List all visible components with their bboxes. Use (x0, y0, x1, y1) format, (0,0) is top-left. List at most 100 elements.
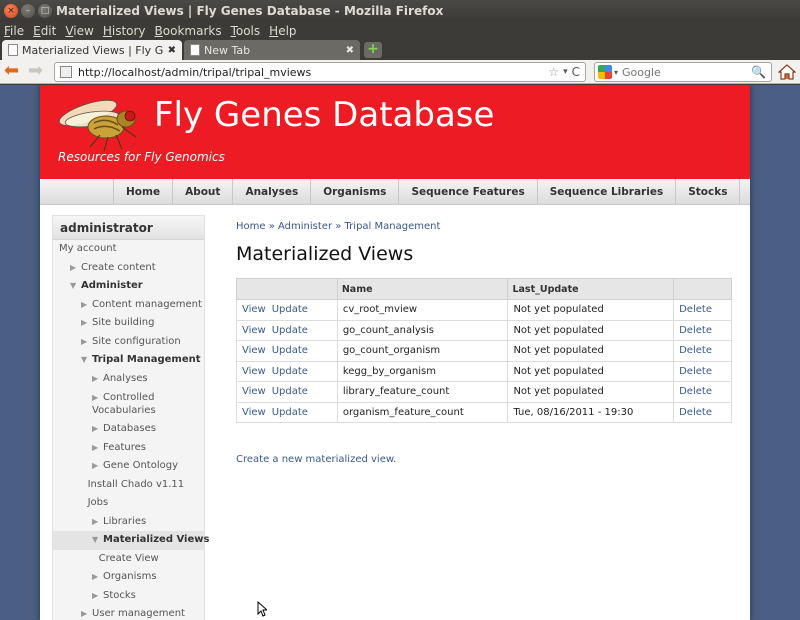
tab-close-icon[interactable]: ✖ (168, 45, 176, 56)
site-name[interactable]: Fly Genes Database (154, 95, 494, 135)
page-title: Materialized Views (236, 243, 414, 265)
nav-organisms[interactable]: Organisms (311, 179, 400, 204)
sidebar-item[interactable]: ▶ Libraries (53, 513, 204, 532)
collapsed-arrow-icon: ▶ (81, 318, 88, 327)
menu-file[interactable]: File (4, 24, 24, 38)
search-icon[interactable]: 🔍 (751, 65, 766, 79)
delete-link[interactable]: Delete (679, 366, 712, 377)
nav-home[interactable]: Home (113, 179, 174, 204)
table-header-row: Name Last_Update (236, 278, 732, 300)
search-bar[interactable]: ▾ 🔍 (594, 62, 772, 82)
menu-history[interactable]: History (103, 24, 146, 38)
window-maximize-button[interactable]: □ (38, 4, 52, 18)
delete-link[interactable]: Delete (679, 386, 712, 397)
sidebar-item-label: Site configuration (92, 335, 181, 347)
view-link[interactable]: View (242, 366, 266, 377)
window-minimize-button[interactable]: – (21, 4, 35, 18)
nav-about[interactable]: About (173, 179, 234, 204)
site-identity-icon[interactable] (60, 66, 72, 78)
bookmark-star-icon[interactable]: ☆ (548, 65, 559, 79)
search-engine-dropdown-icon[interactable]: ▾ (614, 68, 618, 77)
sidebar-item[interactable]: ▶ User management (53, 605, 204, 620)
sidebar-item-label: Gene Ontology (103, 460, 178, 471)
menu-edit[interactable]: Edit (33, 24, 56, 38)
breadcrumb-administer[interactable]: Administer (278, 221, 332, 232)
url-text[interactable]: http://localhost/admin/tripal/tripal_mvi… (78, 66, 548, 79)
tab-materialized-views[interactable]: Materialized Views | Fly Ge... ✖ (2, 40, 182, 60)
url-history-dropdown-icon[interactable]: ▾ (563, 67, 568, 77)
update-link[interactable]: Update (272, 366, 308, 377)
breadcrumb: Home » Administer » Tripal Management (236, 221, 440, 232)
sidebar-item[interactable]: ▶ Create content (53, 259, 204, 278)
sidebar-item[interactable]: Create View (53, 550, 204, 569)
tab-close-icon[interactable]: ✖ (346, 45, 354, 56)
nav-stocks[interactable]: Stocks (676, 179, 741, 204)
sidebar-item[interactable]: ▶ Site building (53, 314, 204, 333)
view-link[interactable]: View (242, 345, 266, 356)
sidebar-item[interactable]: ▶ Databases (53, 420, 204, 439)
delete-link[interactable]: Delete (679, 325, 712, 336)
window-close-button[interactable]: × (4, 4, 18, 18)
menu-help[interactable]: Help (269, 24, 296, 38)
sidebar-item[interactable]: ▼ Administer (53, 277, 204, 296)
collapsed-arrow-icon: ▶ (92, 461, 99, 470)
view-link[interactable]: View (242, 325, 266, 336)
mview-name-cell: library_feature_count (336, 381, 509, 403)
view-link[interactable]: View (242, 304, 266, 315)
forward-button[interactable]: ➡ (28, 62, 48, 81)
nav-sequence-features[interactable]: Sequence Features (399, 179, 538, 204)
header-last-update[interactable]: Last_Update (507, 278, 675, 300)
tab-bar: Materialized Views | Fly Ge... ✖ New Tab… (0, 40, 800, 60)
sidebar-item[interactable]: ▼ Tripal Management (53, 351, 204, 370)
update-link[interactable]: Update (272, 325, 308, 336)
table-row: View Update cv_root_mview Not yet populated… (236, 299, 732, 321)
tab-new-tab[interactable]: New Tab ✖ (184, 40, 360, 60)
collapsed-arrow-icon: ▶ (92, 442, 99, 452)
reload-icon[interactable]: C (572, 65, 580, 79)
nav-sequence-libraries[interactable]: Sequence Libraries (538, 179, 677, 204)
back-button[interactable]: ⬅ (4, 62, 24, 81)
fly-logo-icon[interactable] (50, 89, 142, 153)
url-bar[interactable]: http://localhost/admin/tripal/tripal_mvi… (54, 62, 586, 82)
breadcrumb-home[interactable]: Home (236, 221, 266, 232)
sidebar-item[interactable]: Install Chado v1.11 (53, 476, 204, 495)
view-link[interactable]: View (242, 386, 266, 397)
update-link[interactable]: Update (272, 304, 308, 315)
menu-tools[interactable]: Tools (231, 24, 261, 38)
sidebar-item[interactable]: ▶ Gene Ontology (53, 457, 204, 476)
sidebar-item[interactable]: ▶ Stocks (53, 587, 204, 606)
sidebar-item[interactable]: ▶ Controlled Vocabularies (53, 388, 204, 420)
sidebar-item[interactable]: ▶ Organisms (53, 568, 204, 587)
menu-bookmarks[interactable]: Bookmarks (155, 24, 222, 38)
sidebar-item[interactable]: ▼ Materialized Views (53, 531, 209, 550)
home-icon[interactable] (778, 64, 796, 80)
delete-link[interactable]: Delete (679, 304, 712, 315)
update-link[interactable]: Update (272, 407, 308, 418)
page-viewport[interactable]: Fly Genes Database Resources for Fly Gen… (0, 85, 800, 620)
header-name[interactable]: Name (336, 278, 509, 300)
sidebar-item[interactable]: ▶ Analyses (53, 370, 204, 389)
update-link[interactable]: Update (272, 345, 308, 356)
row-delete-cell: Delete (673, 340, 732, 362)
sidebar-item[interactable]: ▶ Site configuration (53, 333, 204, 352)
delete-link[interactable]: Delete (679, 345, 712, 356)
tab-label: Materialized Views | Fly Ge... (22, 43, 164, 57)
breadcrumb-tripal-management[interactable]: Tripal Management (345, 221, 441, 232)
site-slogan: Resources for Fly Genomics (58, 150, 225, 164)
new-tab-button[interactable]: + (364, 42, 382, 58)
last-update-cell: Not yet populated (507, 360, 675, 382)
nav-analyses[interactable]: Analyses (233, 179, 312, 204)
delete-link[interactable]: Delete (679, 407, 712, 418)
create-mview-link[interactable]: Create a new materialized view. (236, 454, 396, 465)
sidebar-item-label: Controlled Vocabularies (92, 392, 156, 416)
view-link[interactable]: View (242, 407, 266, 418)
search-input[interactable] (622, 65, 752, 79)
update-link[interactable]: Update (272, 386, 308, 397)
sidebar-item[interactable]: ▶ Features (53, 439, 204, 458)
sidebar-item[interactable]: My account (53, 240, 204, 259)
menu-view[interactable]: View (65, 24, 93, 38)
sidebar-item[interactable]: ▶ Content management (53, 296, 204, 315)
google-engine-icon[interactable] (598, 65, 612, 79)
sidebar-item[interactable]: Jobs (53, 494, 204, 513)
mview-name-cell: kegg_by_organism (336, 360, 509, 382)
